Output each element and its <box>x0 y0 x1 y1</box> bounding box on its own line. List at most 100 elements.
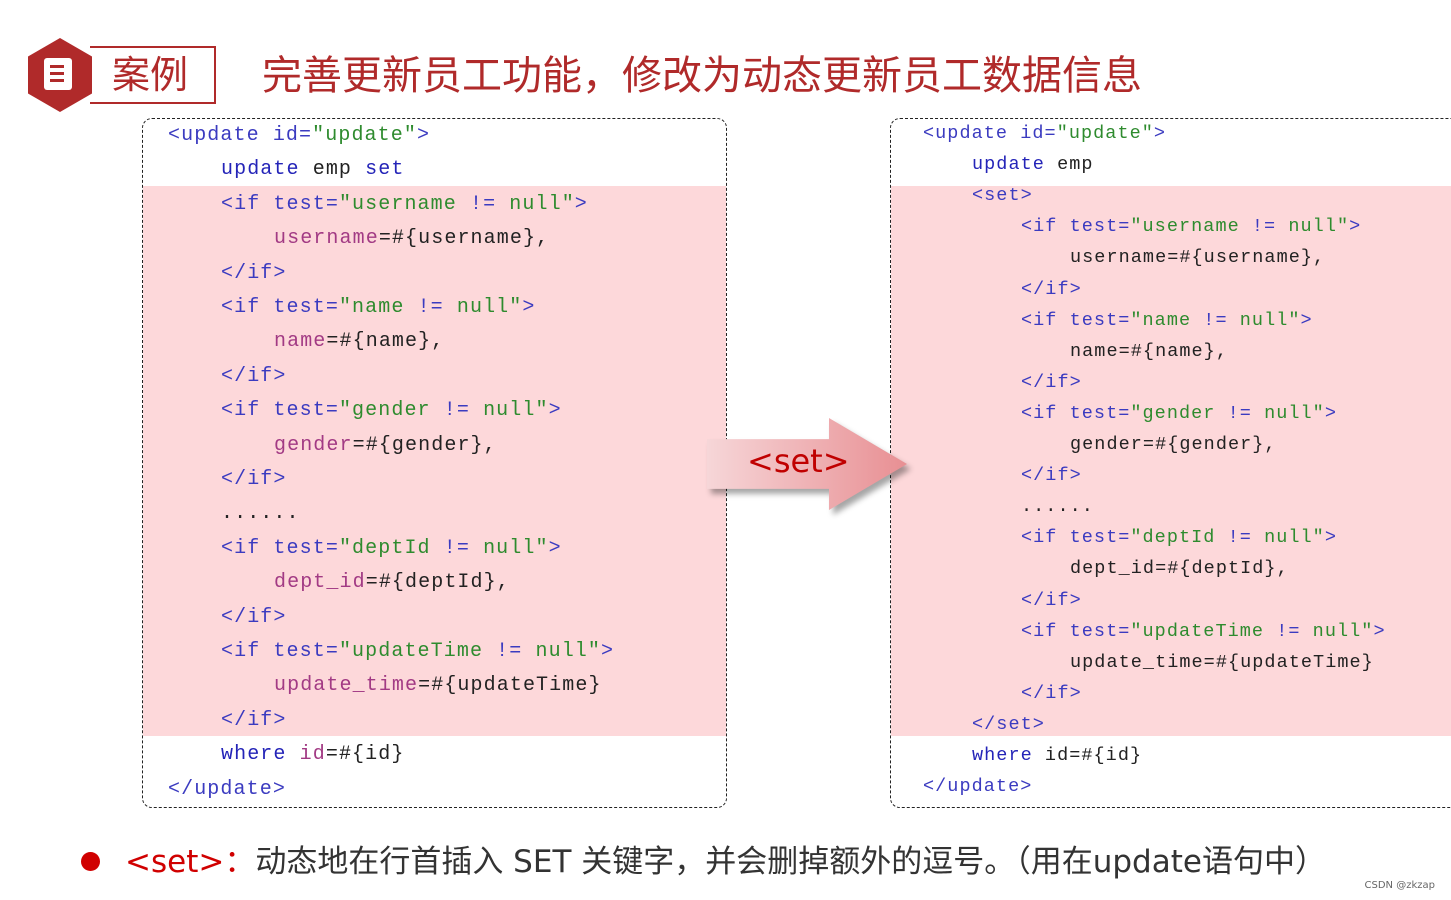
code-token: > <box>1300 309 1313 331</box>
code-token: gender <box>274 433 353 457</box>
code-token: </update> <box>168 777 286 801</box>
code-token: > <box>548 536 562 560</box>
code-token: set <box>365 158 405 182</box>
code-token: != <box>417 296 457 319</box>
code-line: name=#{name}, <box>274 325 444 359</box>
code-token: <if <box>221 192 274 216</box>
code-token: name=#{name}, <box>1070 340 1228 362</box>
code-token: > <box>416 124 431 147</box>
code-token: =#{ <box>378 227 419 251</box>
code-token: <update <box>168 124 273 147</box>
code-token: > <box>1373 620 1386 642</box>
code-token: <if <box>1021 402 1070 424</box>
code-token: null" <box>509 192 575 216</box>
code-token: id= <box>272 124 313 147</box>
code-token: gender=#{gender}, <box>1070 434 1277 455</box>
code-token: > <box>574 192 588 216</box>
arrow-label: <set> <box>747 442 850 480</box>
code-token: test= <box>273 192 339 216</box>
code-line: <update id="update"> <box>168 119 430 153</box>
code-token: <if <box>1021 527 1070 549</box>
code-token: != <box>1227 527 1265 549</box>
code-line: <set> <box>972 180 1033 211</box>
code-token: != <box>1227 402 1265 424</box>
code-token: </if> <box>1021 371 1082 393</box>
arrow-icon: <set> <box>707 418 907 510</box>
document-icon <box>44 58 72 90</box>
code-line: where id=#{id} <box>221 738 404 772</box>
code-line: <if test="deptId != null"> <box>221 532 562 566</box>
note-text: <set>：动态地在行首插入 SET 关键字，并会删掉额外的逗号。（用在upda… <box>125 840 1326 884</box>
code-token: > <box>1349 216 1362 238</box>
code-token: update <box>972 154 1058 176</box>
code-line: </if> <box>221 257 287 291</box>
credit-watermark: CSDN @zkzap <box>1364 880 1435 891</box>
code-token: null" <box>456 296 523 319</box>
code-line: <if test="username != null"> <box>221 188 588 222</box>
code-line: update_time=#{updateTime} <box>274 669 602 703</box>
bullet-icon <box>81 852 100 871</box>
code-token: > <box>601 640 615 663</box>
code-token: where <box>972 745 1045 766</box>
code-token: <if <box>1021 620 1070 642</box>
code-line: </update> <box>923 771 1032 802</box>
code-line: update emp set <box>221 153 404 187</box>
code-token: "name <box>1130 309 1204 331</box>
code-token: != <box>443 536 484 560</box>
code-line: username=#{username}, <box>274 222 549 256</box>
code-line: </if> <box>221 704 287 738</box>
code-token: null" <box>1312 620 1374 642</box>
code-token: test= <box>1069 309 1131 331</box>
code-token: <update <box>923 123 1021 144</box>
code-line: </if> <box>221 463 287 497</box>
code-token: test= <box>273 296 339 319</box>
code-token: dept_id=#{deptId}, <box>1070 558 1289 580</box>
code-line: username=#{username}, <box>1070 242 1325 273</box>
code-token: "gender <box>1130 402 1228 424</box>
code-line: <if test="name != null"> <box>221 291 536 325</box>
code-token: where <box>221 743 300 767</box>
code-token: <if <box>1021 309 1070 331</box>
code-token: </if> <box>221 708 287 732</box>
code-token: update <box>221 158 313 182</box>
code-token: != <box>469 192 510 216</box>
code-token: =#{name}, <box>326 330 445 354</box>
code-token: test= <box>1069 216 1131 238</box>
code-line: <if test="username != null"> <box>1021 211 1361 242</box>
code-token: update_time <box>274 674 419 698</box>
code-line: <if test="updateTime != null"> <box>221 635 614 669</box>
code-token: test= <box>1069 620 1131 642</box>
code-token: null" <box>483 536 549 560</box>
code-line: where id=#{id} <box>972 740 1142 771</box>
code-token: != <box>1276 620 1313 642</box>
code-token: </set> <box>972 713 1045 735</box>
code-token: =#{updateTime} <box>418 674 602 698</box>
code-token: "deptId <box>1130 527 1228 549</box>
code-token: username <box>274 227 379 251</box>
code-token: test= <box>273 399 339 423</box>
code-line: gender=#{gender}, <box>1070 429 1277 460</box>
code-token: username=#{username}, <box>1070 247 1326 269</box>
code-token: "username <box>1130 216 1252 238</box>
code-token: null" <box>1264 402 1325 424</box>
code-token: <if <box>221 296 274 319</box>
code-token: </update> <box>923 776 1033 798</box>
code-line: ...... <box>1021 491 1094 522</box>
code-token: emp <box>312 158 366 182</box>
code-token: null" <box>483 399 549 423</box>
code-token: "updateTime <box>338 640 497 663</box>
code-line: gender=#{gender}, <box>274 429 497 463</box>
code-token: name <box>274 330 327 354</box>
code-line: </update> <box>168 773 286 807</box>
code-token: </if> <box>221 261 287 285</box>
code-token: null" <box>535 640 601 663</box>
code-token: id= <box>1020 123 1057 144</box>
code-token: </if> <box>221 468 287 491</box>
code-line: </if> <box>1021 678 1082 709</box>
code-token: <if <box>221 536 274 560</box>
code-line: </if> <box>1021 274 1082 305</box>
code-token: =#{gender}, <box>352 433 497 457</box>
code-token: "updateTime <box>1130 620 1277 642</box>
code-line: <if test="gender != null"> <box>1021 398 1337 429</box>
code-token: != <box>496 640 536 663</box>
